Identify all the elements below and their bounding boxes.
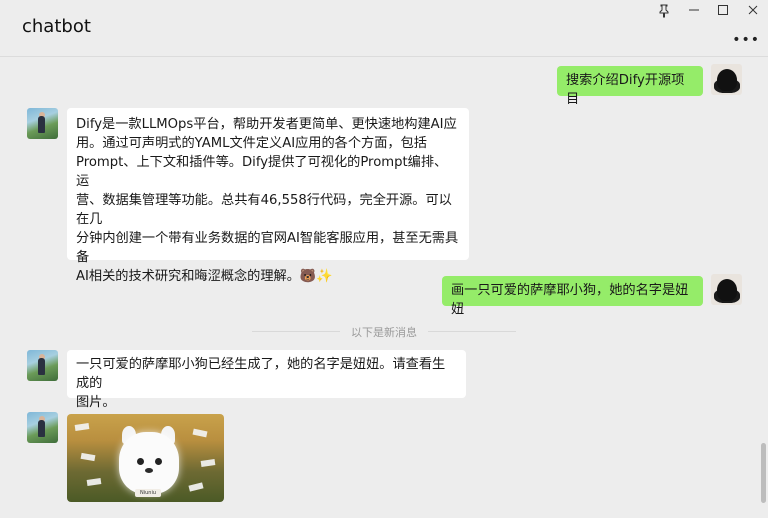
message-line: Dify是一款LLMOps平台，帮助开发者更简单、更快速地构建AI应 [76,117,457,132]
bot-message-bubble[interactable]: 一只可爱的萨摩耶小狗已经生成了，她的名字是妞妞。请查看生成的 图片。 [67,350,466,410]
message-line: 图片。 [76,395,116,410]
pin-icon[interactable] [654,4,674,20]
user-message-bubble[interactable]: 搜索介绍Dify开源项目 [557,66,703,107]
user-avatar[interactable] [711,274,742,305]
bot-avatar[interactable] [27,108,58,139]
bot-avatar[interactable] [27,412,58,443]
message-text: 画一只可爱的萨摩耶小狗，她的名字是妞妞 [451,283,689,317]
user-avatar[interactable] [711,64,742,95]
close-icon[interactable] [743,4,763,20]
user-message-bubble[interactable]: 画一只可爱的萨摩耶小狗，她的名字是妞妞 [442,276,703,317]
title-bar: chatbot ••• [0,0,768,57]
message-line: Prompt、上下文和插件等。Dify提供了可视化的Prompt编排、运 [76,155,448,189]
message-line: 分钟内创建一个带有业务数据的官网AI智能客服应用，甚至无需具备 [76,231,459,265]
chat-area[interactable]: 搜索介绍Dify开源项目 Dify是一款LLMOps平台，帮助开发者更简单、更快… [0,57,768,518]
divider-label: 以下是新消息 [351,326,417,339]
generated-dog-image[interactable]: Niuniu [67,414,224,502]
maximize-icon[interactable] [713,4,733,20]
new-messages-divider: 以下是新消息 [0,324,768,340]
message-line: 营、数据集管理等功能。总共有46,558行代码，完全开源。可以在几 [76,193,452,227]
minimize-icon[interactable] [684,4,704,20]
message-line: 一只可爱的萨摩耶小狗已经生成了，她的名字是妞妞。请查看生成的 [76,357,446,391]
message-line: 用。通过可声明式的YAML文件定义AI应用的各个方面，包括 [76,136,427,151]
bot-avatar[interactable] [27,350,58,381]
message-line: AI相关的技术研究和晦涩概念的理解。🐻✨ [76,269,333,284]
message-text: 搜索介绍Dify开源项目 [566,73,685,107]
dog-name-tag: Niuniu [135,489,161,497]
chat-title: chatbot [22,16,91,37]
more-options-icon[interactable]: ••• [732,32,760,48]
bot-message-bubble[interactable]: Dify是一款LLMOps平台，帮助开发者更简单、更快速地构建AI应 用。通过可… [67,108,469,284]
chat-scrollbar[interactable] [761,443,766,503]
